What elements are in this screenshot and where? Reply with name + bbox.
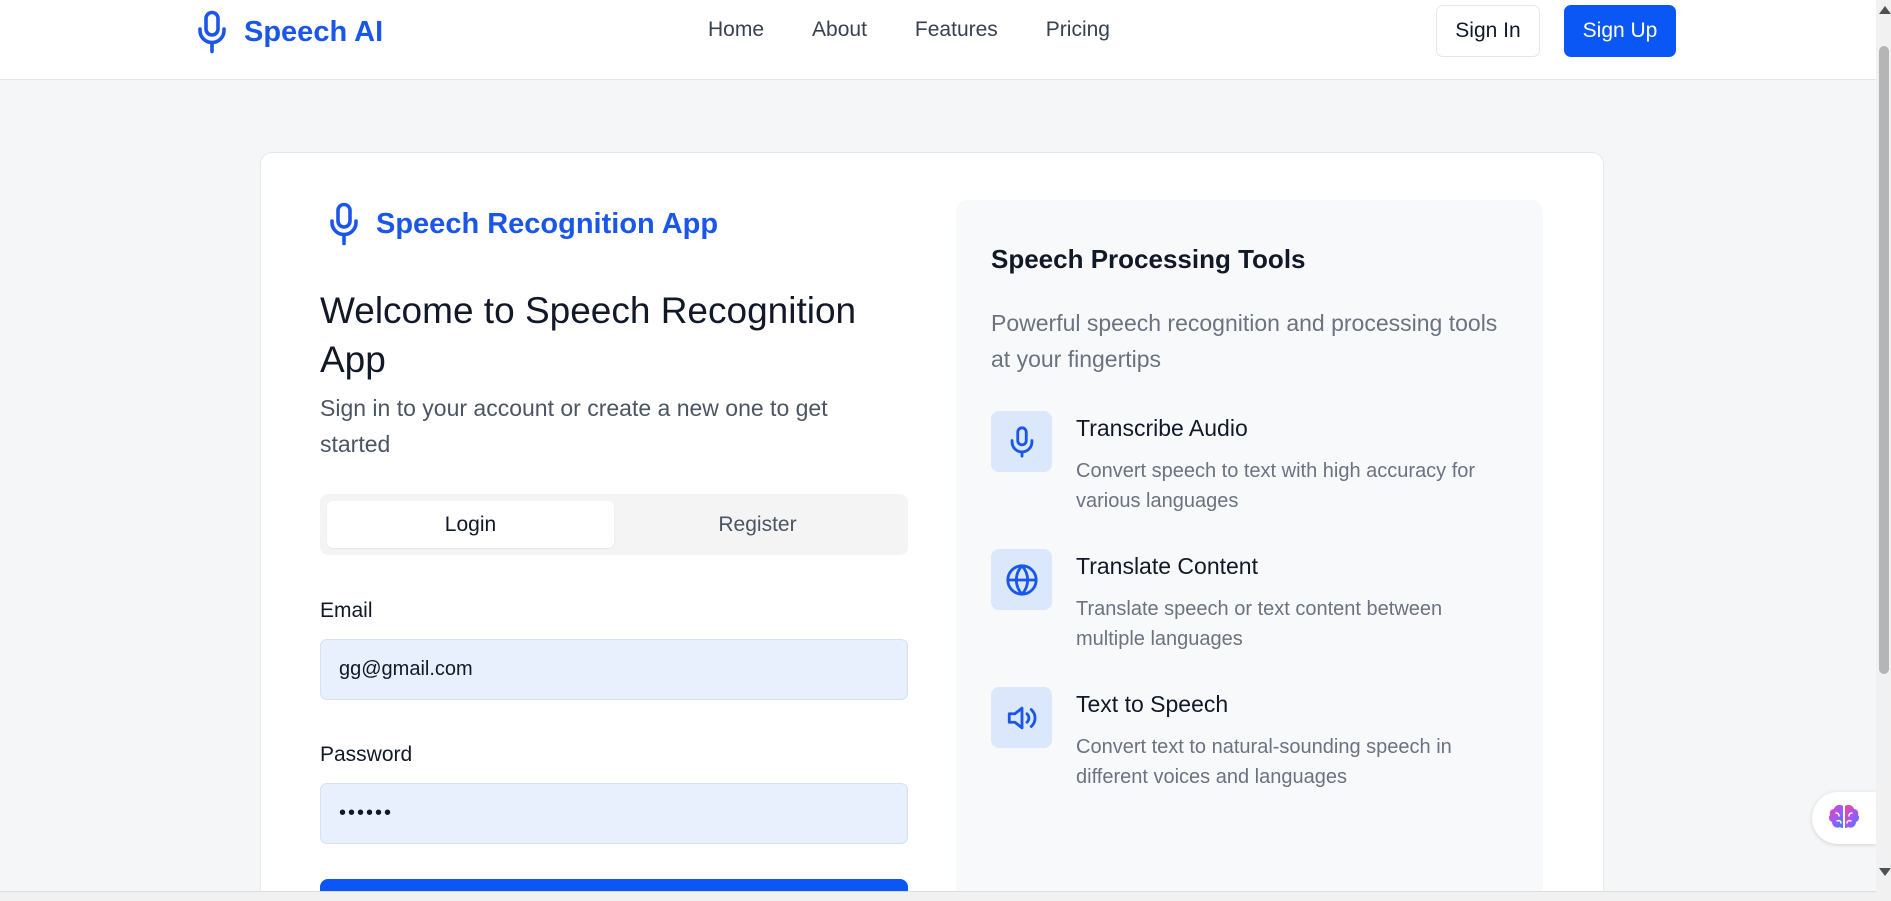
top-navbar: Speech AI Home About Features Pricing Si… bbox=[0, 0, 1876, 80]
sign-in-button[interactable]: Sign In bbox=[1436, 5, 1540, 57]
horizontal-scrollbar[interactable] bbox=[0, 891, 1876, 901]
nav-home[interactable]: Home bbox=[708, 18, 764, 42]
feature-description: Translate speech or text content between… bbox=[1076, 598, 1443, 650]
sign-up-button[interactable]: Sign Up bbox=[1564, 5, 1676, 57]
feature-translate: Translate Content Translate speech or te… bbox=[991, 549, 1511, 659]
speaker-icon bbox=[1007, 706, 1036, 729]
scroll-down-arrow[interactable] bbox=[1879, 868, 1891, 876]
feature-title: Translate Content bbox=[1076, 553, 1258, 579]
feature-transcribe: Transcribe Audio Convert speech to text … bbox=[991, 411, 1511, 521]
microphone-icon bbox=[198, 10, 226, 54]
feature-icon-box bbox=[991, 411, 1052, 472]
password-label: Password bbox=[320, 743, 413, 766]
brand-name: Speech AI bbox=[244, 15, 384, 48]
feature-title: Text to Speech bbox=[1076, 691, 1229, 717]
tab-login[interactable]: Login bbox=[327, 501, 614, 548]
feature-tts: Text to Speech Convert text to natural-s… bbox=[991, 687, 1511, 797]
app-title: Speech Recognition App bbox=[326, 200, 718, 248]
scroll-up-arrow[interactable] bbox=[1879, 6, 1891, 14]
feature-description: Convert speech to text with high accurac… bbox=[1076, 460, 1476, 512]
email-field[interactable] bbox=[320, 639, 908, 700]
app-title-text: Speech Recognition App bbox=[376, 207, 719, 240]
nav-pricing[interactable]: Pricing bbox=[1046, 18, 1110, 42]
microphone-icon bbox=[330, 202, 358, 246]
password-field[interactable] bbox=[320, 783, 908, 844]
assistant-button[interactable] bbox=[1812, 792, 1876, 844]
email-label: Email bbox=[320, 599, 373, 622]
nav-about[interactable]: About bbox=[812, 18, 867, 42]
brand-logo[interactable]: Speech AI bbox=[194, 8, 383, 56]
nav-features[interactable]: Features bbox=[915, 18, 998, 42]
feature-description: Convert text to natural-sounding speech … bbox=[1076, 736, 1452, 788]
panel-description: Powerful speech recognition and processi… bbox=[991, 310, 1498, 372]
scroll-thumb[interactable] bbox=[1879, 46, 1889, 674]
page: Speech AI Home About Features Pricing Si… bbox=[0, 0, 1891, 901]
brain-icon bbox=[1828, 805, 1860, 828]
feature-icon-box bbox=[991, 687, 1052, 748]
microphone-icon bbox=[1010, 425, 1033, 458]
feature-title: Transcribe Audio bbox=[1076, 415, 1248, 441]
globe-icon bbox=[1005, 563, 1038, 596]
welcome-heading: Welcome to Speech Recognition App bbox=[320, 290, 857, 380]
welcome-subtitle: Sign in to your account or create a new … bbox=[320, 395, 828, 457]
auth-tabs: Login Register bbox=[320, 494, 908, 555]
panel-title: Speech Processing Tools bbox=[991, 244, 1306, 274]
nav-links: Home About Features Pricing bbox=[708, 18, 1110, 42]
feature-icon-box bbox=[991, 549, 1052, 610]
tab-register[interactable]: Register bbox=[614, 501, 901, 548]
